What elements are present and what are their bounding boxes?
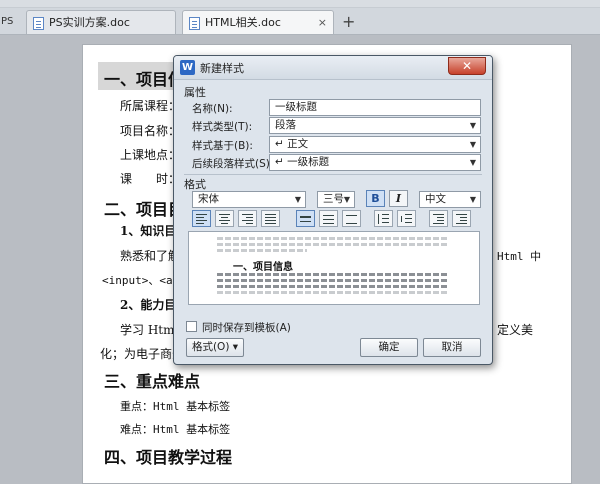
- wps-writer-icon: W: [180, 60, 195, 75]
- course-line: 所属课程：: [120, 99, 181, 113]
- format-menu-button[interactable]: 格式(O) ▾: [186, 338, 244, 357]
- heading-project-info: 一、项目信: [104, 70, 185, 89]
- tab-ps-doc[interactable]: PS实训方案.doc: [26, 10, 176, 34]
- preview-line: [217, 237, 449, 240]
- font-size-select[interactable]: 三号 ▼: [317, 191, 355, 208]
- hours-line: 课 时：: [120, 172, 181, 186]
- new-tab-button[interactable]: +: [342, 12, 355, 32]
- heading-teaching-process: 四、项目教学过程: [104, 448, 233, 467]
- cancel-button[interactable]: 取消: [423, 338, 481, 357]
- key-point-line: 重点：Html 基本标签: [120, 400, 231, 413]
- paragraph-text-tail: 定义美: [497, 323, 534, 337]
- align-left-icon[interactable]: [192, 210, 211, 227]
- attributes-section-title: 属性: [184, 86, 206, 99]
- font-size-value: 三号: [323, 193, 344, 205]
- double-line-spacing-icon[interactable]: [342, 210, 361, 227]
- save-to-template-label: 同时保存到模板(A): [202, 322, 291, 334]
- style-name-input[interactable]: 一级标题: [269, 99, 481, 116]
- paragraph-text-tail: Html 中: [497, 250, 542, 263]
- dropdown-arrow-icon: ▼: [343, 195, 350, 204]
- style-type-label: 样式类型(T):: [192, 121, 253, 133]
- style-type-value: 段落: [275, 119, 296, 131]
- format-section-title: 格式: [184, 178, 206, 191]
- tab-html-doc[interactable]: HTML相关.doc ×: [182, 10, 334, 34]
- preview-line: [217, 285, 449, 288]
- based-on-select[interactable]: ↵ 正文 ▼: [269, 136, 481, 153]
- bold-button[interactable]: B: [366, 190, 385, 207]
- preview-line: [217, 249, 307, 252]
- preview-line: [217, 291, 449, 294]
- align-justify-icon[interactable]: [261, 210, 280, 227]
- save-to-template-checkbox[interactable]: [186, 321, 197, 332]
- document-icon: [189, 17, 200, 30]
- based-on-value: ↵ 正文: [275, 138, 309, 150]
- preview-sample-text: 一、项目信息: [233, 262, 293, 273]
- single-line-spacing-icon[interactable]: [296, 210, 315, 227]
- increase-indent-icon[interactable]: [452, 210, 471, 227]
- preview-line: [217, 243, 449, 246]
- location-line: 上课地点：: [120, 148, 181, 162]
- one-half-line-spacing-icon[interactable]: [319, 210, 338, 227]
- next-style-select[interactable]: ↵ 一级标题 ▼: [269, 154, 481, 171]
- tab-label: HTML相关.doc: [205, 16, 281, 29]
- based-on-label: 样式基于(B):: [192, 140, 253, 152]
- italic-button[interactable]: I: [389, 190, 408, 207]
- dialog-title-bar[interactable]: W 新建样式: [174, 56, 492, 80]
- app-tab-stub[interactable]: PS: [0, 10, 22, 34]
- dropdown-arrow-icon: ▼: [469, 195, 476, 204]
- document-tab-bar: PS PS实训方案.doc HTML相关.doc × +: [0, 8, 600, 35]
- language-select[interactable]: 中文 ▼: [419, 191, 481, 208]
- decrease-paragraph-spacing-icon[interactable]: [397, 210, 416, 227]
- style-name-value: 一级标题: [275, 101, 317, 113]
- tab-label: PS实训方案.doc: [49, 16, 130, 29]
- align-right-icon[interactable]: [238, 210, 257, 227]
- next-style-label: 后续段落样式(S):: [192, 158, 274, 170]
- align-center-icon[interactable]: [215, 210, 234, 227]
- style-preview: 一、项目信息: [188, 231, 480, 305]
- dropdown-arrow-icon: ▼: [469, 121, 476, 130]
- increase-paragraph-spacing-icon[interactable]: [374, 210, 393, 227]
- style-type-select[interactable]: 段落 ▼: [269, 117, 481, 134]
- next-style-value: ↵ 一级标题: [275, 156, 330, 168]
- top-toolbar: [0, 0, 600, 8]
- font-value: 宋体: [198, 193, 219, 205]
- project-name-line: 项目名称：: [120, 124, 181, 138]
- close-tab-icon[interactable]: ×: [318, 11, 327, 35]
- dropdown-arrow-icon: ▼: [469, 158, 476, 167]
- paragraph-text: 化；为电子商务: [100, 347, 185, 361]
- section-divider: [184, 174, 482, 175]
- close-dialog-button[interactable]: ✕: [448, 57, 486, 75]
- name-label: 名称(N):: [192, 103, 233, 115]
- preview-line: [217, 279, 449, 282]
- dialog-title: 新建样式: [200, 62, 244, 75]
- paragraph-text: 熟悉和了解: [120, 249, 181, 263]
- difficulty-line: 难点：Html 基本标签: [120, 423, 231, 436]
- language-value: 中文: [425, 193, 446, 205]
- decrease-indent-icon[interactable]: [429, 210, 448, 227]
- new-style-dialog: W 新建样式 ✕ 属性 名称(N): 一级标题 样式类型(T): 段落 ▼ 样式…: [173, 55, 493, 365]
- font-select[interactable]: 宋体 ▼: [192, 191, 306, 208]
- document-icon: [33, 17, 44, 30]
- dropdown-arrow-icon: ▼: [469, 140, 476, 149]
- ok-button[interactable]: 确定: [360, 338, 418, 357]
- dropdown-arrow-icon: ▼: [294, 195, 301, 204]
- heading-key-points: 三、重点难点: [104, 372, 201, 391]
- preview-line: [217, 273, 449, 276]
- heading-project-goals: 二、项目目: [104, 200, 185, 219]
